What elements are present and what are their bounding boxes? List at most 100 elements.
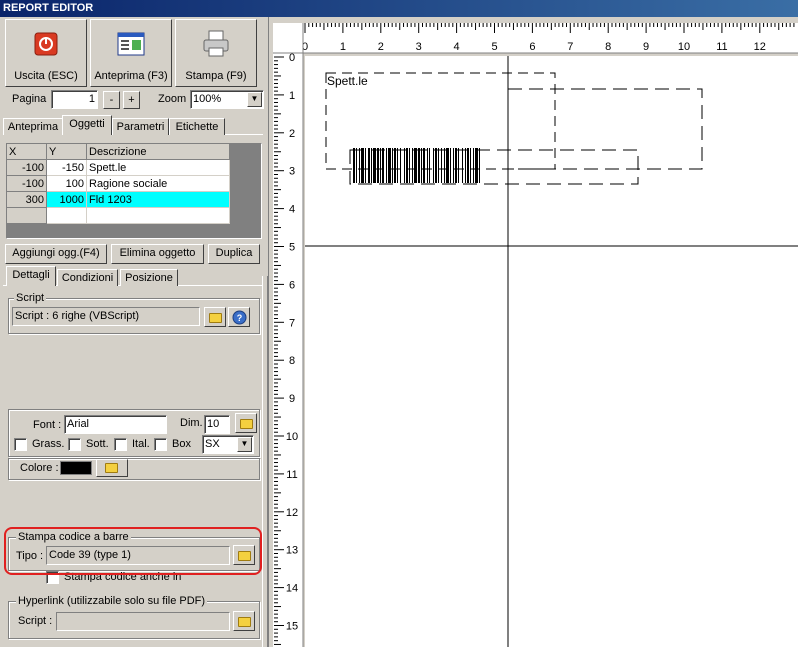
tab-preview[interactable]: Anteprima bbox=[3, 118, 63, 135]
barcode-bar bbox=[394, 148, 396, 183]
duplicate-button[interactable]: Duplica bbox=[208, 244, 260, 264]
bold-checkbox[interactable] bbox=[14, 438, 27, 451]
underline-checkbox[interactable] bbox=[68, 438, 81, 451]
tab-details[interactable]: Dettagli bbox=[6, 266, 56, 286]
tab-position[interactable]: Posizione bbox=[120, 269, 178, 286]
delete-object-button[interactable]: Elimina oggetto bbox=[111, 244, 204, 264]
barcode-bar bbox=[438, 148, 439, 183]
color-folder-button[interactable] bbox=[96, 459, 128, 477]
align-select[interactable]: SX ▼ bbox=[202, 435, 254, 454]
tab-labels[interactable]: Etichette bbox=[169, 118, 225, 135]
table-cell[interactable]: 1000 bbox=[47, 192, 87, 208]
hyperlink-script-field[interactable] bbox=[56, 612, 230, 631]
barcode-bar bbox=[365, 148, 366, 183]
tab-conditions[interactable]: Condizioni bbox=[57, 269, 118, 286]
barcode-bar bbox=[470, 148, 471, 183]
barcode-bar bbox=[441, 148, 442, 183]
ruler-v-label: 1 bbox=[289, 90, 295, 102]
italic-label: Ital. bbox=[132, 438, 150, 450]
print-button[interactable]: Stampa (F9) bbox=[175, 19, 257, 87]
hyperlink-folder-button[interactable] bbox=[233, 611, 255, 631]
table-row[interactable]: 300 bbox=[7, 192, 47, 208]
folder-icon bbox=[238, 617, 251, 627]
add-object-button[interactable]: Aggiungi ogg.(F4) bbox=[5, 244, 107, 264]
font-input[interactable]: Arial bbox=[64, 415, 167, 434]
barcode-bar bbox=[467, 148, 469, 183]
ruler-h-label: 1 bbox=[340, 41, 346, 53]
script-help-button[interactable]: ? bbox=[228, 307, 250, 327]
objects-table[interactable]: X Y Descrizione -100 -150 Spett.le -100 … bbox=[6, 143, 262, 239]
exit-button[interactable]: Uscita (ESC) bbox=[5, 19, 87, 87]
barcode-bar bbox=[473, 148, 474, 183]
color-swatch[interactable] bbox=[60, 461, 92, 475]
ruler-v-label: 5 bbox=[289, 242, 295, 254]
ruler-h-label: 12 bbox=[754, 41, 766, 53]
ruler-v-label: 14 bbox=[286, 583, 298, 595]
hyperlink-group-label: Hyperlink (utilizzabile solo su file PDF… bbox=[16, 595, 208, 607]
barcode-bar bbox=[421, 148, 422, 183]
ruler-h-label: 2 bbox=[378, 41, 384, 53]
zoom-select[interactable]: 100% ▼ bbox=[190, 90, 264, 109]
table-cell[interactable] bbox=[87, 208, 230, 224]
script-field[interactable]: Script : 6 righe (VBScript) bbox=[12, 307, 200, 326]
table-cell[interactable]: 100 bbox=[47, 176, 87, 192]
table-row[interactable]: -100 bbox=[7, 176, 47, 192]
col-header-x[interactable]: X bbox=[7, 144, 47, 160]
ruler-h-label: 10 bbox=[678, 41, 690, 53]
barcode-bar bbox=[418, 148, 420, 183]
tab-params[interactable]: Parametri bbox=[112, 118, 169, 135]
color-label: Colore : bbox=[20, 462, 59, 474]
table-cell[interactable]: Spett.le bbox=[87, 160, 230, 176]
tab-objects[interactable]: Oggetti bbox=[62, 115, 112, 135]
ruler-h-label: 5 bbox=[491, 41, 497, 53]
script-folder-button[interactable] bbox=[204, 307, 226, 327]
ruler-v-label: 3 bbox=[289, 166, 295, 178]
barcode-bar bbox=[453, 148, 454, 183]
print-label: Stampa (F9) bbox=[185, 70, 247, 82]
svg-text:?: ? bbox=[237, 313, 243, 323]
col-header-desc[interactable]: Descrizione bbox=[87, 144, 230, 160]
barcode-bar bbox=[427, 148, 428, 183]
ruler-h-label: 11 bbox=[716, 41, 727, 53]
dim-label: Dim. bbox=[180, 417, 203, 429]
chevron-down-icon[interactable]: ▼ bbox=[247, 92, 262, 107]
barcode-bar bbox=[377, 148, 379, 183]
table-cell[interactable]: Fld 1203 bbox=[87, 192, 230, 208]
canvas-text-spett[interactable]: Spett.le bbox=[327, 74, 368, 88]
page-minus-button[interactable]: - bbox=[103, 91, 120, 109]
barcode-bar bbox=[409, 148, 410, 183]
barcode-bar bbox=[423, 148, 425, 183]
chevron-down-icon[interactable]: ▼ bbox=[237, 437, 252, 452]
box-checkbox[interactable] bbox=[154, 438, 167, 451]
ruler-h-label: 4 bbox=[454, 41, 460, 53]
col-header-y[interactable]: Y bbox=[47, 144, 87, 160]
page-input[interactable]: 1 bbox=[51, 90, 98, 109]
barcode-bar bbox=[404, 148, 405, 183]
barcode-bar bbox=[458, 148, 459, 183]
barcode-bar bbox=[455, 148, 457, 183]
barcode-bar bbox=[450, 148, 451, 183]
barcode-bar bbox=[433, 148, 434, 183]
table-cell[interactable]: Ragione sociale bbox=[87, 176, 230, 192]
barcode-bar bbox=[392, 148, 393, 183]
table-row[interactable] bbox=[7, 208, 47, 224]
ruler-h-label: 6 bbox=[529, 41, 535, 53]
barcode-bar bbox=[429, 148, 430, 183]
font-folder-button[interactable] bbox=[235, 413, 257, 433]
page-plus-button[interactable]: + bbox=[123, 91, 140, 109]
table-cell[interactable] bbox=[47, 208, 87, 224]
table-cell[interactable]: -150 bbox=[47, 160, 87, 176]
ruler-v-label: 11 bbox=[286, 469, 297, 481]
table-row[interactable]: -100 bbox=[7, 160, 47, 176]
ruler-v-label: 8 bbox=[289, 355, 295, 367]
preview-button[interactable]: Anteprima (F3) bbox=[90, 19, 172, 87]
ruler-v-label: 7 bbox=[289, 317, 295, 329]
barcode-bar bbox=[397, 148, 398, 183]
italic-checkbox[interactable] bbox=[114, 438, 127, 451]
barcode-bar bbox=[446, 148, 449, 183]
dim-input[interactable]: 10 bbox=[204, 415, 230, 434]
canvas-objects[interactable] bbox=[305, 56, 798, 647]
folder-icon bbox=[209, 313, 222, 323]
zoom-value: 100% bbox=[193, 93, 222, 105]
barcode-bar bbox=[382, 148, 384, 183]
